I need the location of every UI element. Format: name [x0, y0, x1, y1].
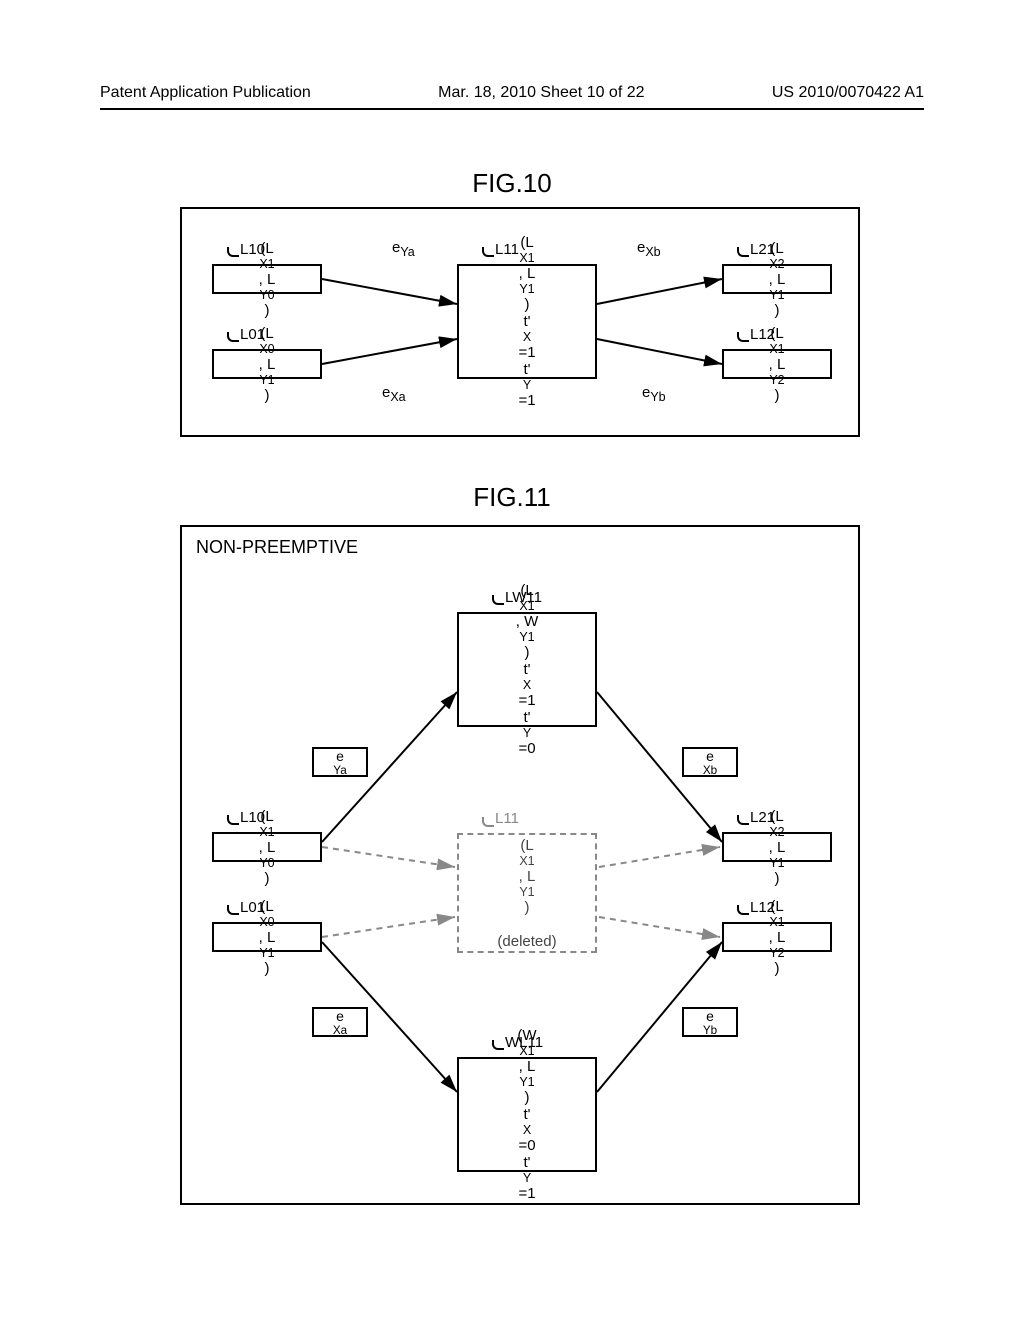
- fig11-title: FIG.11: [0, 482, 1024, 513]
- node-LW11: (LX1, WY1)t'X=1t'Y=0: [457, 612, 597, 727]
- node-L21-id: L21: [750, 809, 775, 826]
- tick-icon: [737, 247, 749, 257]
- node-L11-id: L11: [495, 241, 519, 258]
- node-L11: (LX1, LY1)t'X=1t'Y=1: [457, 264, 597, 379]
- page-header: Patent Application Publication Mar. 18, …: [100, 84, 924, 110]
- node-LW11-id: LW11: [505, 589, 542, 606]
- node-L01: (LX0, LY1): [212, 922, 322, 952]
- node-L10: (LX1, LY0): [212, 264, 322, 294]
- edge-box-eXa: eXa: [312, 1007, 368, 1037]
- non-preemptive-label: NON-PREEMPTIVE: [196, 537, 358, 558]
- fig11-frame: NON-PREEMPTIVE (LX1, WY1)t'X=1t'Y=0 LW11…: [180, 525, 860, 1205]
- node-L11-deleted: (LX1, LY1)(deleted): [457, 833, 597, 953]
- node-L11-id: L11: [495, 810, 519, 827]
- edge-box-eYb: eYb: [682, 1007, 738, 1037]
- tick-icon: [737, 905, 749, 915]
- node-WL11-id: WL11: [505, 1034, 543, 1051]
- node-L12-id: L12: [750, 326, 775, 343]
- tick-icon: [492, 595, 504, 605]
- tick-icon: [737, 332, 749, 342]
- node-L10-id: L10: [240, 241, 265, 258]
- tick-icon: [227, 332, 239, 342]
- node-L01: (LX0, LY1): [212, 349, 322, 379]
- edge-label-eYb: eYb: [642, 384, 666, 404]
- header-center: Mar. 18, 2010 Sheet 10 of 22: [438, 84, 644, 102]
- node-L01-id: L01: [240, 326, 265, 343]
- edge-box-eYa: eYa: [312, 747, 368, 777]
- header-right: US 2010/0070422 A1: [772, 84, 924, 102]
- node-L01-id: L01: [240, 899, 265, 916]
- node-L21: (LX2, LY1): [722, 832, 832, 862]
- tick-icon: [482, 247, 494, 257]
- header-left: Patent Application Publication: [100, 84, 311, 102]
- edge-label-eXb: eXb: [637, 239, 661, 259]
- tick-icon: [492, 1040, 504, 1050]
- node-WL11: (WX1, LY1)t'X=0t'Y=1: [457, 1057, 597, 1172]
- node-L12-id: L12: [750, 899, 775, 916]
- tick-icon: [227, 247, 239, 257]
- edge-label-eYa: eYa: [392, 239, 415, 259]
- tick-icon: [482, 817, 494, 827]
- node-L21-id: L21: [750, 241, 775, 258]
- node-L10: (LX1, LY0): [212, 832, 322, 862]
- edge-box-eXb: eXb: [682, 747, 738, 777]
- tick-icon: [227, 815, 239, 825]
- node-L12: (LX1, LY2): [722, 922, 832, 952]
- tick-icon: [737, 815, 749, 825]
- edge-label-eXa: eXa: [382, 384, 406, 404]
- node-L12: (LX1, LY2): [722, 349, 832, 379]
- fig10-frame: (LX1, LY0) L10 (LX0, LY1) L01 (LX1, LY1)…: [180, 207, 860, 437]
- tick-icon: [227, 905, 239, 915]
- node-L10-id: L10: [240, 809, 265, 826]
- node-L21: (LX2, LY1): [722, 264, 832, 294]
- fig10-title: FIG.10: [0, 168, 1024, 199]
